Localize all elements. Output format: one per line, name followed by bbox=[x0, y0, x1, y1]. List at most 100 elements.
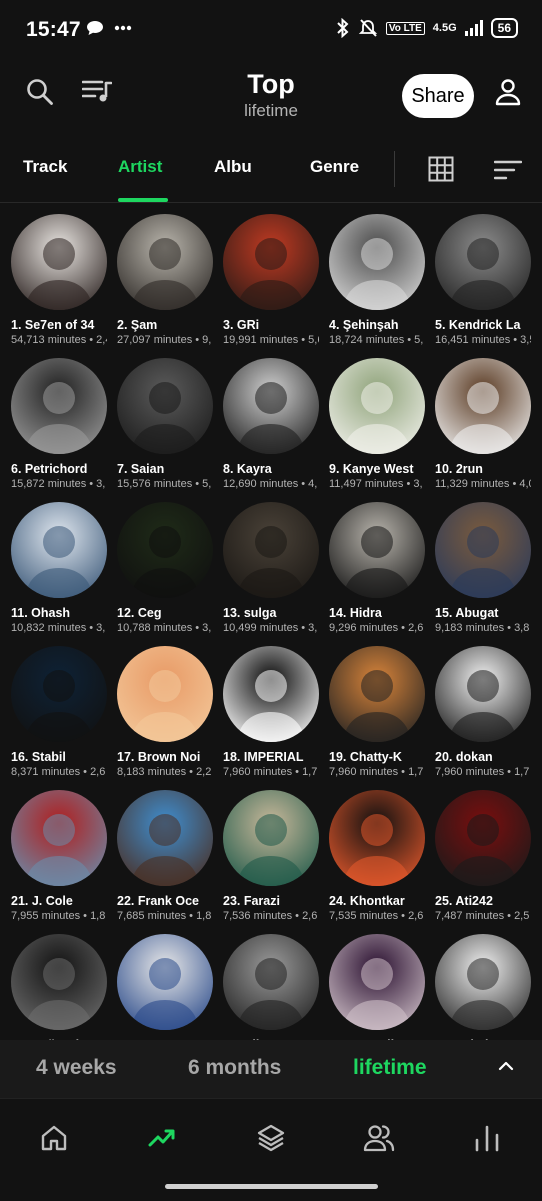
artist-card[interactable]: 30. Ezhel bbox=[430, 934, 536, 1042]
artist-card[interactable]: 16. Stabil 8,371 minutes • 2,6 bbox=[6, 646, 112, 786]
period-6-months[interactable]: 6 months bbox=[188, 1056, 281, 1080]
artist-card[interactable]: 25. Ati242 7,487 minutes • 2,5 bbox=[430, 790, 536, 930]
nav-friends[interactable] bbox=[362, 1121, 396, 1155]
artist-card[interactable]: 7. Saian 15,576 minutes • 5, bbox=[112, 358, 218, 498]
artist-card[interactable]: 19. Chatty-K 7,960 minutes • 1,7 bbox=[324, 646, 430, 786]
artist-card[interactable]: 13. sulga 10,499 minutes • 3, bbox=[218, 502, 324, 642]
artist-name: 19. Chatty-K bbox=[329, 750, 402, 764]
artist-card[interactable]: 20. dokan 7,960 minutes • 1,7 bbox=[430, 646, 536, 786]
queue-music-icon[interactable] bbox=[82, 78, 112, 104]
trending-icon bbox=[148, 1129, 175, 1147]
artist-avatar bbox=[11, 790, 107, 886]
artist-card[interactable]: 23. Farazi 7,536 minutes • 2,6 bbox=[218, 790, 324, 930]
artist-avatar bbox=[435, 358, 531, 454]
artist-card[interactable]: 5. Kendrick La 16,451 minutes • 3,5 bbox=[430, 214, 536, 354]
tab-genre[interactable]: Genre bbox=[310, 157, 359, 177]
artist-avatar bbox=[329, 358, 425, 454]
artist-stats: 7,487 minutes • 2,5 bbox=[435, 910, 530, 922]
artist-stats: 15,576 minutes • 5, bbox=[117, 478, 212, 490]
artist-card[interactable]: 24. Khontkar 7,535 minutes • 2,6 bbox=[324, 790, 430, 930]
tab-album[interactable]: Albu bbox=[214, 157, 252, 177]
artist-avatar bbox=[11, 646, 107, 742]
artist-avatar bbox=[329, 790, 425, 886]
artist-name: 5. Kendrick La bbox=[435, 318, 521, 332]
mute-icon bbox=[358, 19, 377, 37]
artist-avatar bbox=[329, 934, 425, 1030]
artist-card[interactable]: 27. D3 bbox=[112, 934, 218, 1042]
artist-name: 24. Khontkar bbox=[329, 894, 405, 908]
artist-stats: 18,724 minutes • 5, bbox=[329, 334, 424, 346]
gesture-home-indicator[interactable] bbox=[165, 1184, 378, 1189]
artist-name: 14. Hidra bbox=[329, 606, 382, 620]
nav-home[interactable] bbox=[37, 1121, 71, 1155]
sort-icon[interactable] bbox=[494, 159, 522, 181]
artist-name: 25. Ati242 bbox=[435, 894, 493, 908]
nav-charts[interactable] bbox=[470, 1121, 504, 1155]
artist-stats: 12,690 minutes • 4, bbox=[223, 478, 318, 490]
artist-name: 13. sulga bbox=[223, 606, 277, 620]
share-button[interactable]: Share bbox=[402, 74, 474, 118]
artist-card[interactable]: 15. Abugat 9,183 minutes • 3,8 bbox=[430, 502, 536, 642]
artist-card[interactable]: 4. Şehinşah 18,724 minutes • 5, bbox=[324, 214, 430, 354]
artist-avatar bbox=[117, 502, 213, 598]
chevron-up-icon[interactable] bbox=[497, 1060, 515, 1072]
artist-name: 2. Şam bbox=[117, 318, 158, 332]
artist-card[interactable]: 29. Aymedbuy bbox=[324, 934, 430, 1042]
nav-stats[interactable] bbox=[145, 1121, 179, 1155]
artist-name: 11. Ohash bbox=[11, 606, 71, 620]
artist-name: 23. Farazi bbox=[223, 894, 280, 908]
grid-view-icon[interactable] bbox=[428, 156, 454, 182]
artist-card[interactable]: 3. GRi 19,991 minutes • 5,6 bbox=[218, 214, 324, 354]
nav-library[interactable] bbox=[254, 1121, 288, 1155]
artist-card[interactable]: 8. Kayra 12,690 minutes • 4, bbox=[218, 358, 324, 498]
artist-avatar bbox=[117, 646, 213, 742]
artist-avatar bbox=[11, 934, 107, 1030]
network-type: 4.5G bbox=[432, 22, 457, 34]
tab-artist[interactable]: Artist bbox=[118, 157, 162, 177]
artist-avatar bbox=[11, 214, 107, 310]
top-bar: Top lifetime Share bbox=[0, 60, 542, 140]
more-dots-icon bbox=[114, 25, 132, 31]
artist-card[interactable]: 26. Çağrı Sina bbox=[6, 934, 112, 1042]
artist-card[interactable]: 1. Se7en of 34 54,713 minutes • 2,4 bbox=[6, 214, 112, 354]
artist-avatar bbox=[435, 934, 531, 1030]
tab-track[interactable]: Track bbox=[23, 157, 67, 177]
artist-avatar bbox=[329, 502, 425, 598]
artist-avatar bbox=[223, 790, 319, 886]
artist-card[interactable]: 14. Hidra 9,296 minutes • 2,6 bbox=[324, 502, 430, 642]
artist-name: 16. Stabil bbox=[11, 750, 66, 764]
artist-avatar bbox=[11, 502, 107, 598]
period-lifetime[interactable]: lifetime bbox=[353, 1056, 427, 1080]
artist-card[interactable]: 10. 2run 11,329 minutes • 4,0 bbox=[430, 358, 536, 498]
artist-stats: 15,872 minutes • 3, bbox=[11, 478, 106, 490]
status-time: 15:47 bbox=[26, 18, 81, 41]
artist-name: 1. Se7en of 34 bbox=[11, 318, 95, 332]
profile-icon[interactable] bbox=[494, 78, 522, 106]
artist-card[interactable]: 17. Brown Noi 8,183 minutes • 2,2 bbox=[112, 646, 218, 786]
artist-name: 15. Abugat bbox=[435, 606, 499, 620]
artist-name: 17. Brown Noi bbox=[117, 750, 201, 764]
artist-avatar bbox=[117, 214, 213, 310]
artist-stats: 8,183 minutes • 2,2 bbox=[117, 766, 212, 778]
artist-avatar bbox=[223, 934, 319, 1030]
artist-card[interactable]: 21. J. Cole 7,955 minutes • 1,8 bbox=[6, 790, 112, 930]
artist-card[interactable]: 2. Şam 27,097 minutes • 9, bbox=[112, 214, 218, 354]
artist-card[interactable]: 22. Frank Oce 7,685 minutes • 1,8 bbox=[112, 790, 218, 930]
artist-card[interactable]: 28. Allame bbox=[218, 934, 324, 1042]
artist-name: 8. Kayra bbox=[223, 462, 272, 476]
artist-stats: 8,371 minutes • 2,6 bbox=[11, 766, 106, 778]
artist-stats: 7,535 minutes • 2,6 bbox=[329, 910, 424, 922]
volte-badge: Vo LTE bbox=[385, 21, 425, 35]
artist-card[interactable]: 6. Petrichord 15,872 minutes • 3, bbox=[6, 358, 112, 498]
artist-avatar bbox=[435, 646, 531, 742]
message-bubble-icon bbox=[87, 21, 103, 35]
artist-card[interactable]: 11. Ohash 10,832 minutes • 3, bbox=[6, 502, 112, 642]
artist-card[interactable]: 12. Ceg 10,788 minutes • 3, bbox=[112, 502, 218, 642]
search-icon[interactable] bbox=[26, 78, 54, 106]
artist-card[interactable]: 18. IMPERIAL 7,960 minutes • 1,7 bbox=[218, 646, 324, 786]
period-4-weeks[interactable]: 4 weeks bbox=[36, 1056, 117, 1080]
artist-name: 18. IMPERIAL bbox=[223, 750, 304, 764]
artist-card[interactable]: 9. Kanye West 11,497 minutes • 3, bbox=[324, 358, 430, 498]
artist-stats: 11,329 minutes • 4,0 bbox=[435, 478, 531, 490]
battery-indicator: 56 bbox=[490, 18, 518, 38]
